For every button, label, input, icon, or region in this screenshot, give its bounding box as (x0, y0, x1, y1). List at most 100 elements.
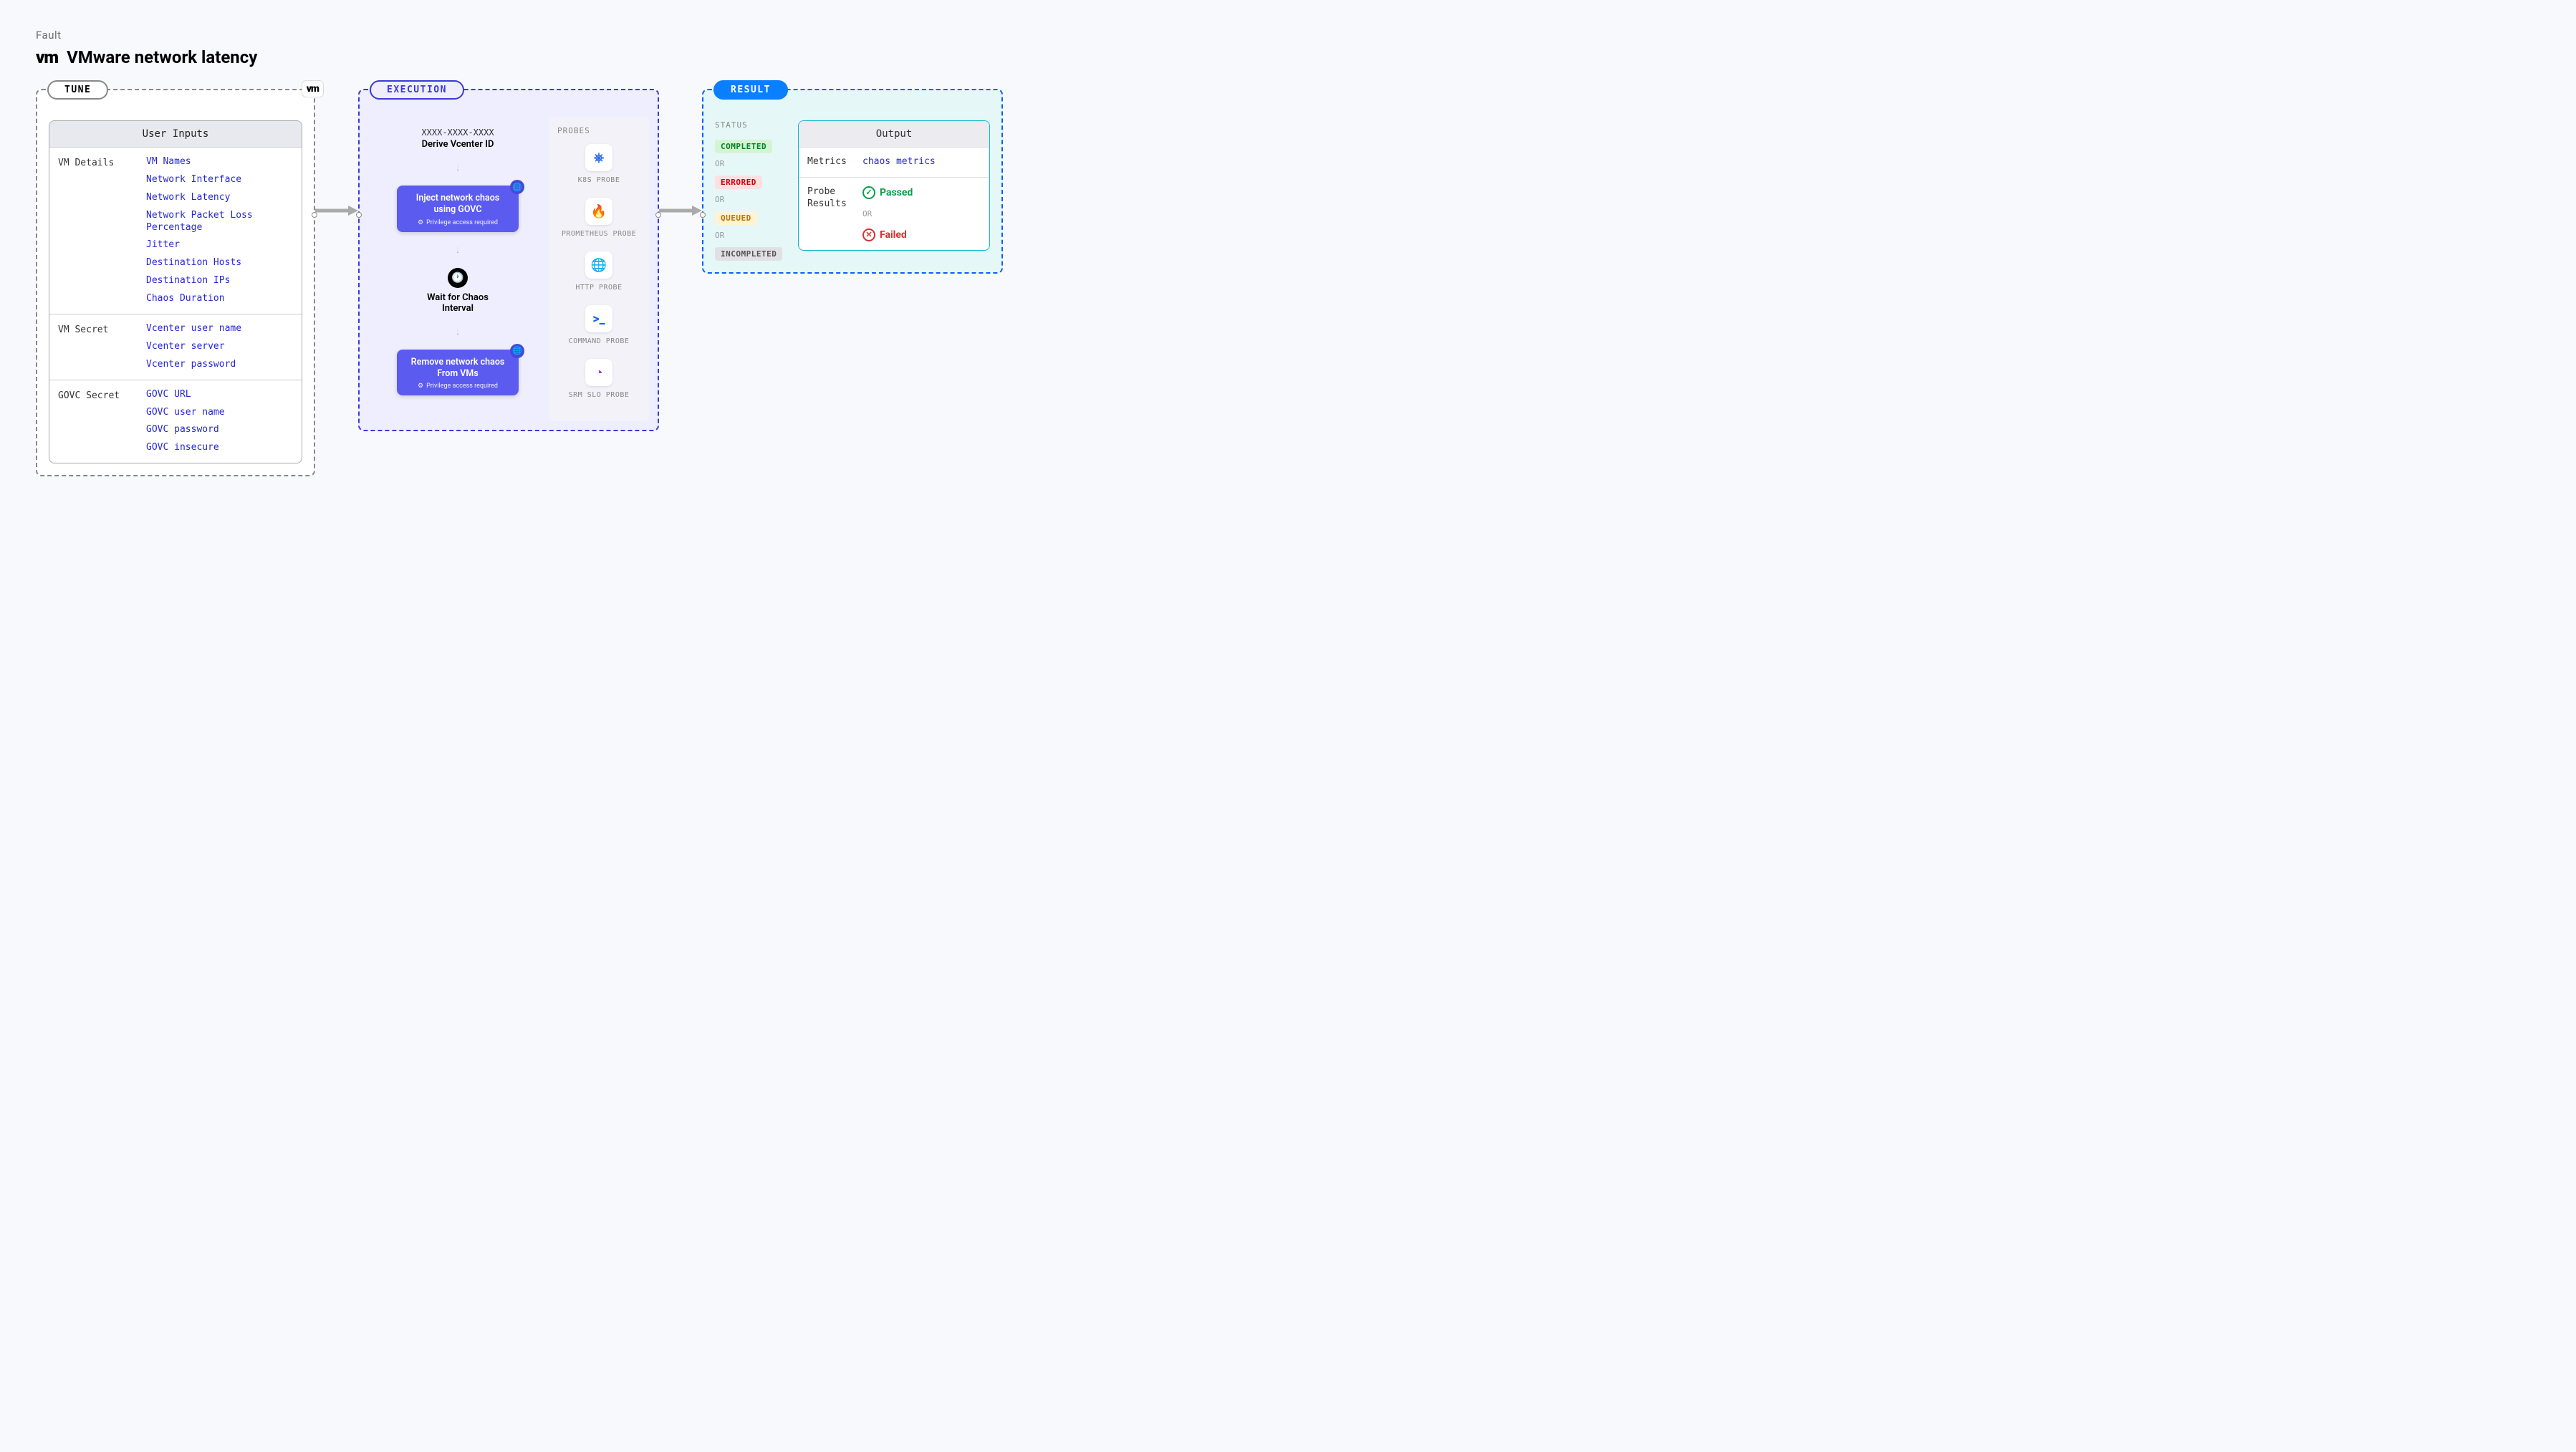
or-separator: OR (715, 159, 787, 168)
passed-badge: ✓ Passed (862, 186, 913, 199)
fault-label: Fault (36, 29, 2540, 42)
execution-panel: EXECUTION XXXX-XXXX-XXXX Derive Vcenter … (358, 89, 659, 431)
input-item: Destination IPs (146, 275, 293, 287)
http-probe-icon: 🌐 (585, 251, 612, 279)
status-badge: ERRORED (715, 176, 762, 189)
connector-dot (312, 212, 317, 218)
inject-chaos-card: 🌐 Inject network chaos using GOVC Privil… (397, 186, 519, 232)
probe-results-row: Probe Results ✓ Passed OR ✕ Failed (799, 177, 989, 250)
wait-step: Wait for Chaos Interval (415, 292, 501, 314)
page-title: VMware network latency (67, 47, 257, 67)
check-icon: ✓ (862, 186, 875, 199)
probes-column: PROBES ⎈ K8S PROBE 🔥 PROMETHEUS PROBE 🌐 HTTP … (549, 117, 649, 421)
probe-label: HTTP PROBE (554, 283, 643, 292)
remove-title: Remove network chaos From VMs (407, 357, 509, 380)
input-item: Network Packet Loss Percentage (146, 210, 293, 234)
execution-flow: XXXX-XXXX-XXXX Derive Vcenter ID 🌐 Injec… (371, 120, 544, 418)
status-badge: INCOMPLETED (715, 247, 782, 261)
probe-label: K8S PROBE (554, 176, 643, 185)
inject-subtitle: Privilege access required (407, 219, 509, 226)
or-separator: OR (715, 195, 787, 204)
flow-arrow-icon (457, 150, 458, 186)
prometheus-probe: 🔥 PROMETHEUS PROBE (554, 198, 643, 239)
result-label: RESULT (713, 80, 788, 100)
http-probe: 🌐 HTTP PROBE (554, 251, 643, 292)
clock-icon: 🕐 (448, 268, 468, 288)
flow-arrow-icon (457, 314, 458, 350)
input-group: VM Details VM Names Network Interface Netwo… (49, 148, 302, 314)
cross-icon: ✕ (862, 229, 875, 241)
input-group: GOVC Secret GOVC URL GOVC user name GOVC pa… (49, 380, 302, 463)
inputs-header: User Inputs (49, 121, 302, 148)
diagram: TUNE vm User Inputs VM DetailsVM NamesNe… (36, 89, 2540, 476)
input-item: GOVC insecure (146, 442, 225, 454)
connector-dot (655, 212, 661, 218)
remove-subtitle: Privilege access required (407, 383, 509, 390)
group-label: VM Secret (58, 323, 140, 371)
group-label: GOVC Secret (58, 389, 140, 455)
or-separator: OR (715, 231, 787, 240)
k8s-probe: ⎈ K8S PROBE (554, 144, 643, 185)
vcenter-id: XXXX-XXXX-XXXX (421, 128, 494, 138)
group-label: VM Details (58, 156, 140, 305)
input-item: GOVC user name (146, 407, 225, 419)
probe-results-values: ✓ Passed OR ✕ Failed (862, 186, 913, 241)
input-item: Jitter (146, 239, 293, 251)
arrow-exec-result (659, 89, 702, 218)
group-items: GOVC URL GOVC user name GOVC password GOVC … (146, 389, 225, 455)
input-item: VM Names (146, 156, 293, 168)
command-probe: >_ COMMAND PROBE (554, 305, 643, 346)
tune-label: TUNE (47, 80, 108, 100)
input-item: GOVC password (146, 424, 225, 436)
user-inputs-card: User Inputs VM Details VM Names Network In… (49, 120, 302, 463)
input-item: GOVC URL (146, 389, 225, 401)
title-row: vm VMware network latency (36, 47, 2540, 67)
metrics-row: Metrics chaos metrics (799, 147, 989, 177)
probe-results-label: Probe Results (807, 186, 854, 211)
failed-text: Failed (880, 229, 907, 241)
srm-slo-probe: ◔ SRM SLO PROBE (554, 359, 643, 400)
probe-label: COMMAND PROBE (554, 337, 643, 346)
group-items: VM Names Network Interface Network Latency… (146, 156, 293, 305)
failed-badge: ✕ Failed (862, 229, 913, 241)
metrics-label: Metrics (807, 156, 854, 168)
derive-step: Derive Vcenter ID (422, 139, 494, 150)
input-group: VM Secret Vcenter user name Vcenter server… (49, 314, 302, 380)
metrics-value: chaos metrics (862, 156, 936, 167)
result-panel: RESULT STATUS COMPLETEDORERROREDORQUEUED… (702, 89, 1003, 274)
output-card: Output Metrics chaos metrics Probe Resul… (798, 120, 990, 251)
vmware-logo-icon: vm (36, 47, 58, 67)
connector-dot (700, 212, 706, 218)
inject-title: Inject network chaos using GOVC (407, 193, 509, 216)
input-item: Vcenter server (146, 341, 241, 353)
probes-header: PROBES (554, 126, 643, 135)
input-item: Vcenter user name (146, 323, 241, 335)
command-probe-icon: >_ (585, 305, 612, 332)
arrow-tune-exec (315, 89, 358, 218)
prometheus-probe-icon: 🔥 (585, 198, 612, 225)
input-item: Network Interface (146, 174, 293, 186)
tune-panel: TUNE vm User Inputs VM DetailsVM NamesNe… (36, 89, 315, 476)
execution-label: EXECUTION (370, 80, 464, 100)
group-items: Vcenter user name Vcenter server Vcenter p… (146, 323, 241, 371)
input-item: Destination Hosts (146, 257, 293, 269)
status-badge: QUEUED (715, 211, 757, 225)
status-column: STATUS COMPLETED OR ERRORED OR QUEUED OR INCOM… (715, 120, 787, 261)
vmware-badge-icon: vm (302, 80, 324, 97)
status-badge: COMPLETED (715, 140, 772, 153)
input-item: Chaos Duration (146, 293, 293, 305)
globe-icon: 🌐 (510, 344, 524, 358)
globe-icon: 🌐 (510, 180, 524, 194)
status-header: STATUS (715, 120, 787, 130)
or-separator: OR (862, 209, 913, 218)
srm-slo-probe-icon: ◔ (585, 359, 612, 386)
input-item: Network Latency (146, 192, 293, 204)
flow-arrow-icon (457, 232, 458, 268)
output-header: Output (799, 121, 989, 147)
probe-label: PROMETHEUS PROBE (554, 229, 643, 239)
header: Fault vm VMware network latency (36, 29, 2540, 67)
input-item: Vcenter password (146, 359, 241, 371)
passed-text: Passed (880, 187, 913, 198)
k8s-probe-icon: ⎈ (585, 144, 612, 171)
probe-label: SRM SLO PROBE (554, 390, 643, 400)
